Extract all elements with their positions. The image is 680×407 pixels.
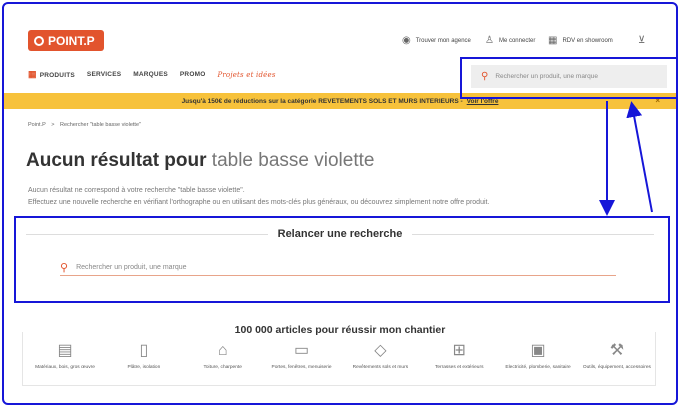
- browser-frame: POINT.P ◉ Trouver mon agence ♙ Me connec…: [2, 2, 678, 405]
- arrow-up: [626, 101, 653, 213]
- annotation-arrows: [599, 101, 653, 216]
